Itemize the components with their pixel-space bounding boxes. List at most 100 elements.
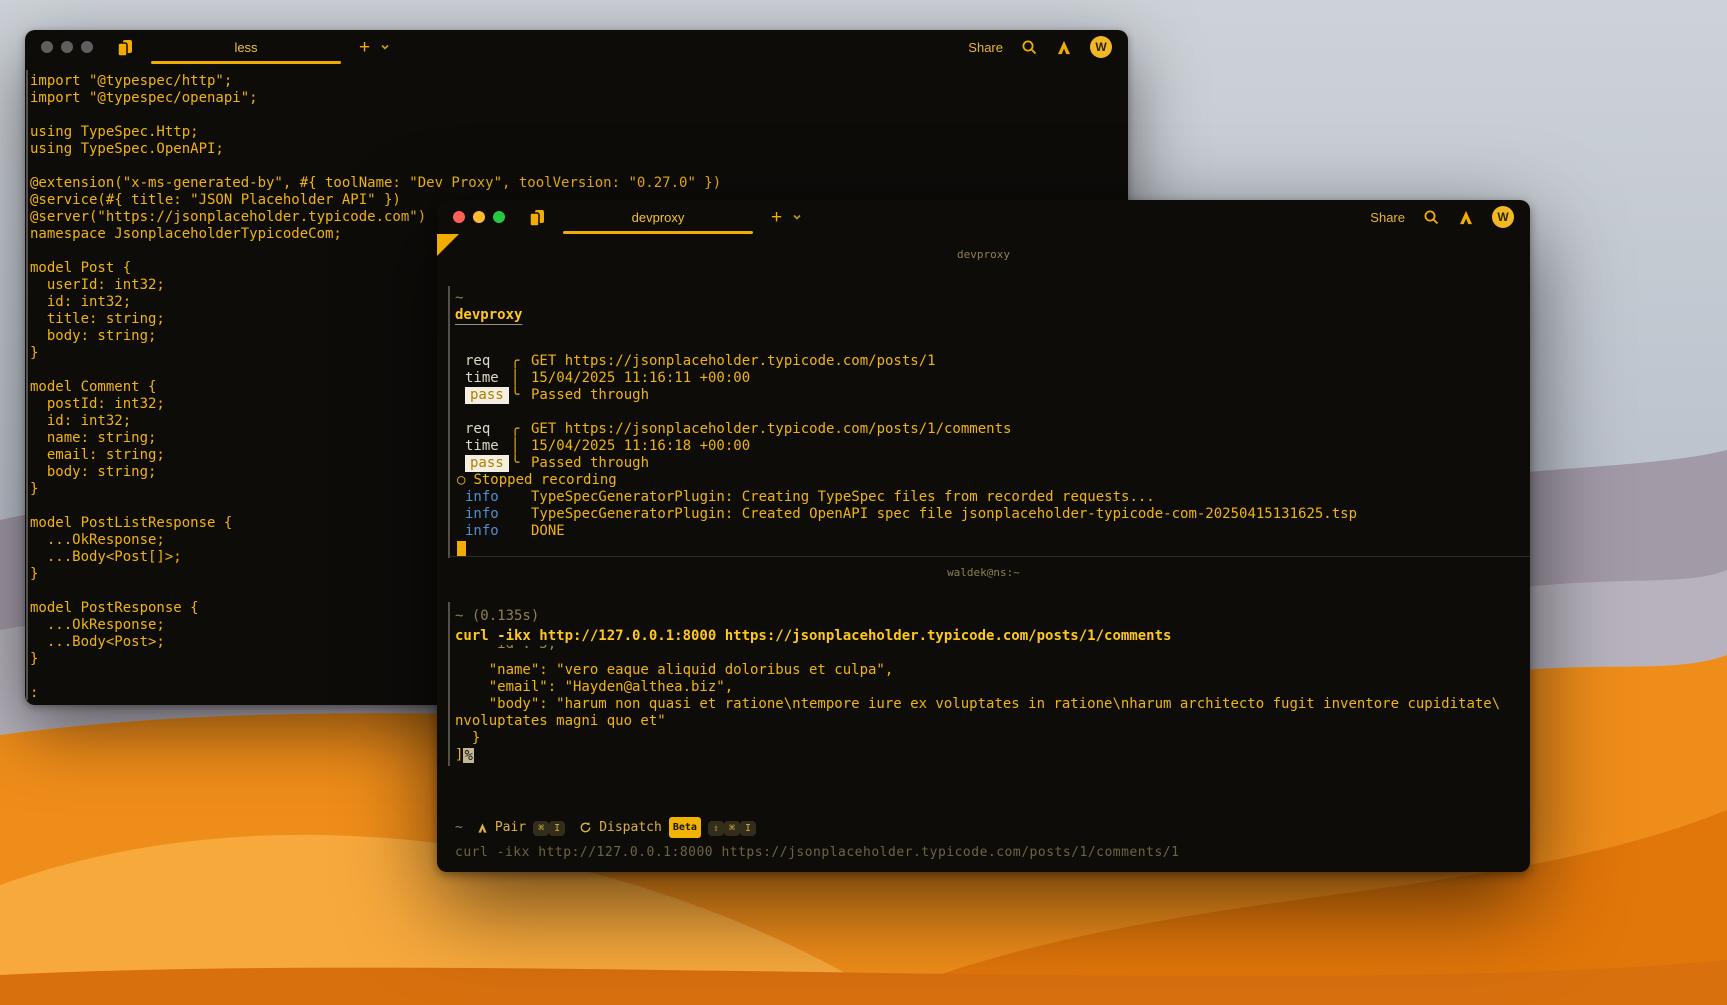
request-label-req: req (465, 421, 511, 438)
code-line (30, 158, 1128, 175)
keycap: ⇧ (708, 821, 724, 836)
share-button[interactable]: Share (968, 40, 1003, 55)
info-log: info TypeSpecGeneratorPlugin: Creating T… (455, 489, 1512, 540)
closing-bracket: ] (455, 747, 463, 764)
new-tab-button[interactable]: + (771, 208, 782, 227)
command-devproxy: devproxy (455, 307, 1512, 324)
warp-pages-icon (527, 207, 547, 227)
output-end-row: ] % (455, 747, 1512, 764)
block-indicator-line (26, 70, 28, 700)
window-controls (41, 41, 93, 53)
tab-less[interactable]: less (151, 30, 341, 64)
code-line: import "@typespec/openapi"; (30, 90, 1128, 107)
curl-command: curl -ikx http://127.0.0.1:8000 https://… (455, 628, 1512, 645)
pass-status-badge: pass (465, 455, 509, 472)
search-icon[interactable] (1423, 209, 1440, 226)
curl-prompt: ~ (0.135s) (455, 608, 1512, 625)
zoom-button[interactable] (81, 41, 93, 53)
request-timestamp: 15/04/2025 11:16:11 +00:00 (531, 370, 750, 387)
request-status-row: pass ╰ Passed through (455, 387, 1512, 404)
minimize-button[interactable] (61, 41, 73, 53)
json-output-line: nvoluptates magni quo et" (455, 713, 1512, 730)
keycap: ⌘ (533, 821, 549, 836)
request-label-time: time (465, 438, 511, 455)
pair-keycaps: ⌘I (533, 819, 565, 837)
dispatch-refresh-icon (579, 821, 592, 834)
dispatch-keycaps: ⇧⌘I (708, 819, 756, 837)
tab-title: devproxy (632, 210, 685, 225)
block-indicator-line (448, 286, 450, 558)
pair-button[interactable]: Pair ⌘I (477, 819, 565, 837)
block-header-session: waldek@ns:~ (437, 564, 1530, 581)
request-label-time: time (465, 370, 511, 387)
warp-logo-icon[interactable] (1056, 39, 1072, 56)
user-avatar[interactable]: W (1492, 206, 1514, 228)
tab-dropdown-chevron-icon[interactable] (792, 213, 802, 221)
block-divider (449, 556, 1530, 557)
dispatch-label: Dispatch (599, 819, 662, 836)
eol-percent-marker: % (463, 748, 473, 763)
zoom-button[interactable] (493, 211, 505, 223)
request-block: req ╭ GET https://jsonplaceholder.typico… (455, 353, 1512, 421)
window-controls (453, 211, 505, 223)
warp-pages-icon (115, 37, 135, 57)
pair-label: Pair (495, 819, 526, 836)
close-button[interactable] (41, 41, 53, 53)
info-text: DONE (531, 523, 565, 540)
info-line: info TypeSpecGeneratorPlugin: Created Op… (455, 506, 1512, 523)
share-button[interactable]: Share (1370, 210, 1405, 225)
request-blocks: req ╭ GET https://jsonplaceholder.typico… (455, 353, 1512, 489)
bracket-mid: │ (511, 438, 531, 455)
minimize-button[interactable] (473, 211, 485, 223)
bracket-top: ╭ (511, 353, 531, 370)
tab-dropdown-chevron-icon[interactable] (380, 43, 390, 51)
request-timestamp: 15/04/2025 11:16:18 +00:00 (531, 438, 750, 455)
dispatch-button[interactable]: Dispatch Beta ⇧⌘I (579, 817, 756, 838)
request-status: Passed through (531, 455, 649, 472)
json-output-line: } (455, 730, 1512, 747)
close-button[interactable] (453, 211, 465, 223)
footer-cwd: ~ (455, 819, 463, 836)
front-titlebar: devproxy + Share W (437, 200, 1530, 234)
request-line-row: req ╭ GET https://jsonplaceholder.typico… (455, 353, 1512, 370)
info-line: info TypeSpecGeneratorPlugin: Creating T… (455, 489, 1512, 506)
code-line: @extension("x-ms-generated-by", #{ toolN… (30, 175, 1128, 192)
bracket-top: ╭ (511, 421, 531, 438)
keycap: ⌘ (724, 821, 740, 836)
terminal-window-front: devproxy + Share W devproxy ~ devproxy (437, 200, 1530, 872)
request-url: GET https://jsonplaceholder.typicode.com… (531, 353, 936, 370)
beta-badge: Beta (669, 817, 701, 838)
info-label: info (465, 523, 531, 540)
pass-status-badge: pass (465, 387, 509, 404)
bracket-bottom: ╰ (511, 455, 531, 472)
new-tab-button[interactable]: + (359, 38, 370, 57)
clipped-output-line: "id": 5, (455, 645, 1512, 662)
search-icon[interactable] (1021, 39, 1038, 56)
info-text: TypeSpecGeneratorPlugin: Created OpenAPI… (531, 506, 1357, 523)
queued-command-suggestion[interactable]: curl -ikx http://127.0.0.1:8000 https://… (455, 844, 1179, 861)
code-line: import "@typespec/http"; (30, 73, 1128, 90)
warp-logo-icon[interactable] (1458, 209, 1474, 226)
info-line: info DONE (455, 523, 1512, 540)
user-avatar[interactable]: W (1090, 36, 1112, 58)
json-output-line: "name": "vero eaque aliquid doloribus et… (455, 662, 1512, 679)
code-line: using TypeSpec.OpenAPI; (30, 141, 1128, 158)
tab-devproxy[interactable]: devproxy (563, 200, 753, 234)
bracket-bottom: ╰ (511, 387, 531, 404)
json-output-line: "body": "harum non quasi et ratione\ntem… (455, 696, 1512, 713)
stop-circle-icon: ○ (457, 472, 465, 489)
request-line-row: req ╭ GET https://jsonplaceholder.typico… (455, 421, 1512, 438)
pair-warp-icon (477, 822, 488, 834)
devproxy-block-cursor (457, 541, 466, 556)
stopped-recording-row: ○ Stopped recording (457, 472, 1512, 489)
request-time-row: time │ 15/04/2025 11:16:11 +00:00 (455, 370, 1512, 387)
prompt-cwd: ~ (455, 290, 1512, 307)
tab-title: less (234, 40, 257, 55)
back-titlebar: less + Share W (25, 30, 1128, 64)
request-status: Passed through (531, 387, 649, 404)
keycap: I (740, 821, 756, 836)
bracket-mid: │ (511, 370, 531, 387)
devproxy-terminal-content: devproxy ~ devproxy req ╭ GET https://js… (437, 234, 1530, 872)
info-text: TypeSpecGeneratorPlugin: Creating TypeSp… (531, 489, 1155, 506)
info-label: info (465, 489, 531, 506)
